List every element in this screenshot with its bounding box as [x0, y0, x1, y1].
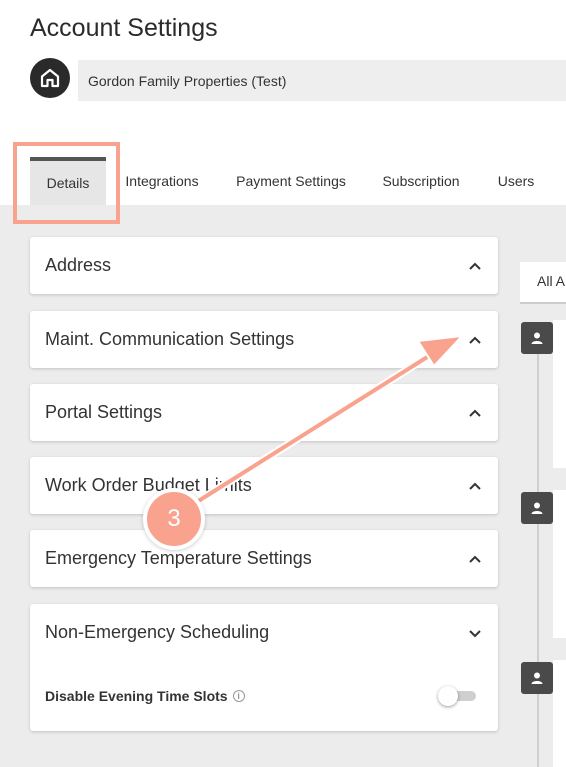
section-non-emergency-scheduling: Non-Emergency Scheduling Disable Evening… — [30, 604, 498, 731]
section-portal-settings: Portal Settings — [30, 384, 498, 441]
section-header[interactable]: Address — [30, 237, 498, 294]
tab-subscription[interactable]: Subscription — [371, 157, 471, 205]
header-area: Account Settings Gordon Family Propertie… — [0, 0, 566, 205]
chevron-up-icon — [469, 482, 481, 490]
section-title: Maint. Communication Settings — [45, 329, 295, 349]
section-header[interactable]: Emergency Temperature Settings — [30, 530, 498, 587]
home-icon — [30, 58, 70, 98]
section-header[interactable]: Portal Settings — [30, 384, 498, 441]
section-header[interactable]: Work Order Budget Limits — [30, 457, 498, 514]
setting-label: Disable Evening Time Slots i — [45, 688, 245, 704]
tab-all-activity[interactable]: All A — [520, 262, 566, 304]
activity-card — [553, 490, 566, 638]
page-title: Account Settings — [30, 14, 218, 42]
section-address: Address — [30, 237, 498, 294]
section-work-order-budget: Work Order Budget Limits — [30, 457, 498, 514]
tab-payment-settings[interactable]: Payment Settings — [224, 157, 358, 205]
chevron-up-icon — [469, 555, 481, 563]
chevron-up-icon — [469, 409, 481, 417]
section-title: Non-Emergency Scheduling — [45, 622, 270, 642]
tab-users[interactable]: Users — [490, 157, 542, 205]
section-header[interactable]: Non-Emergency Scheduling — [30, 604, 498, 661]
section-maint-communication: Maint. Communication Settings — [30, 311, 498, 368]
section-header[interactable]: Maint. Communication Settings — [30, 311, 498, 368]
chevron-down-icon — [469, 629, 481, 637]
section-emergency-temperature: Emergency Temperature Settings — [30, 530, 498, 587]
tab-integrations[interactable]: Integrations — [115, 157, 209, 205]
timeline-line — [537, 338, 539, 767]
disable-evening-slots-toggle[interactable] — [438, 686, 476, 706]
account-selector[interactable]: Gordon Family Properties (Test) — [78, 60, 566, 101]
activity-card — [553, 660, 566, 767]
chevron-up-icon — [469, 262, 481, 270]
setting-label-text: Disable Evening Time Slots — [45, 688, 228, 704]
activity-panel: All A — [520, 262, 566, 767]
section-title: Address — [45, 255, 112, 275]
toggle-knob — [438, 686, 458, 706]
step-number-badge: 3 — [143, 488, 205, 550]
person-icon — [521, 322, 553, 354]
section-title: Work Order Budget Limits — [45, 475, 252, 495]
section-title: Emergency Temperature Settings — [45, 548, 312, 568]
disable-evening-slots-row: Disable Evening Time Slots i — [30, 661, 498, 731]
person-icon — [521, 662, 553, 694]
info-icon[interactable]: i — [232, 690, 245, 702]
person-icon — [521, 492, 553, 524]
tab-details[interactable]: Details — [30, 157, 106, 205]
section-title: Portal Settings — [45, 402, 163, 422]
activity-card — [553, 320, 566, 468]
settings-tabs: Details Integrations Payment Settings Su… — [0, 157, 566, 205]
chevron-up-icon — [469, 336, 481, 344]
